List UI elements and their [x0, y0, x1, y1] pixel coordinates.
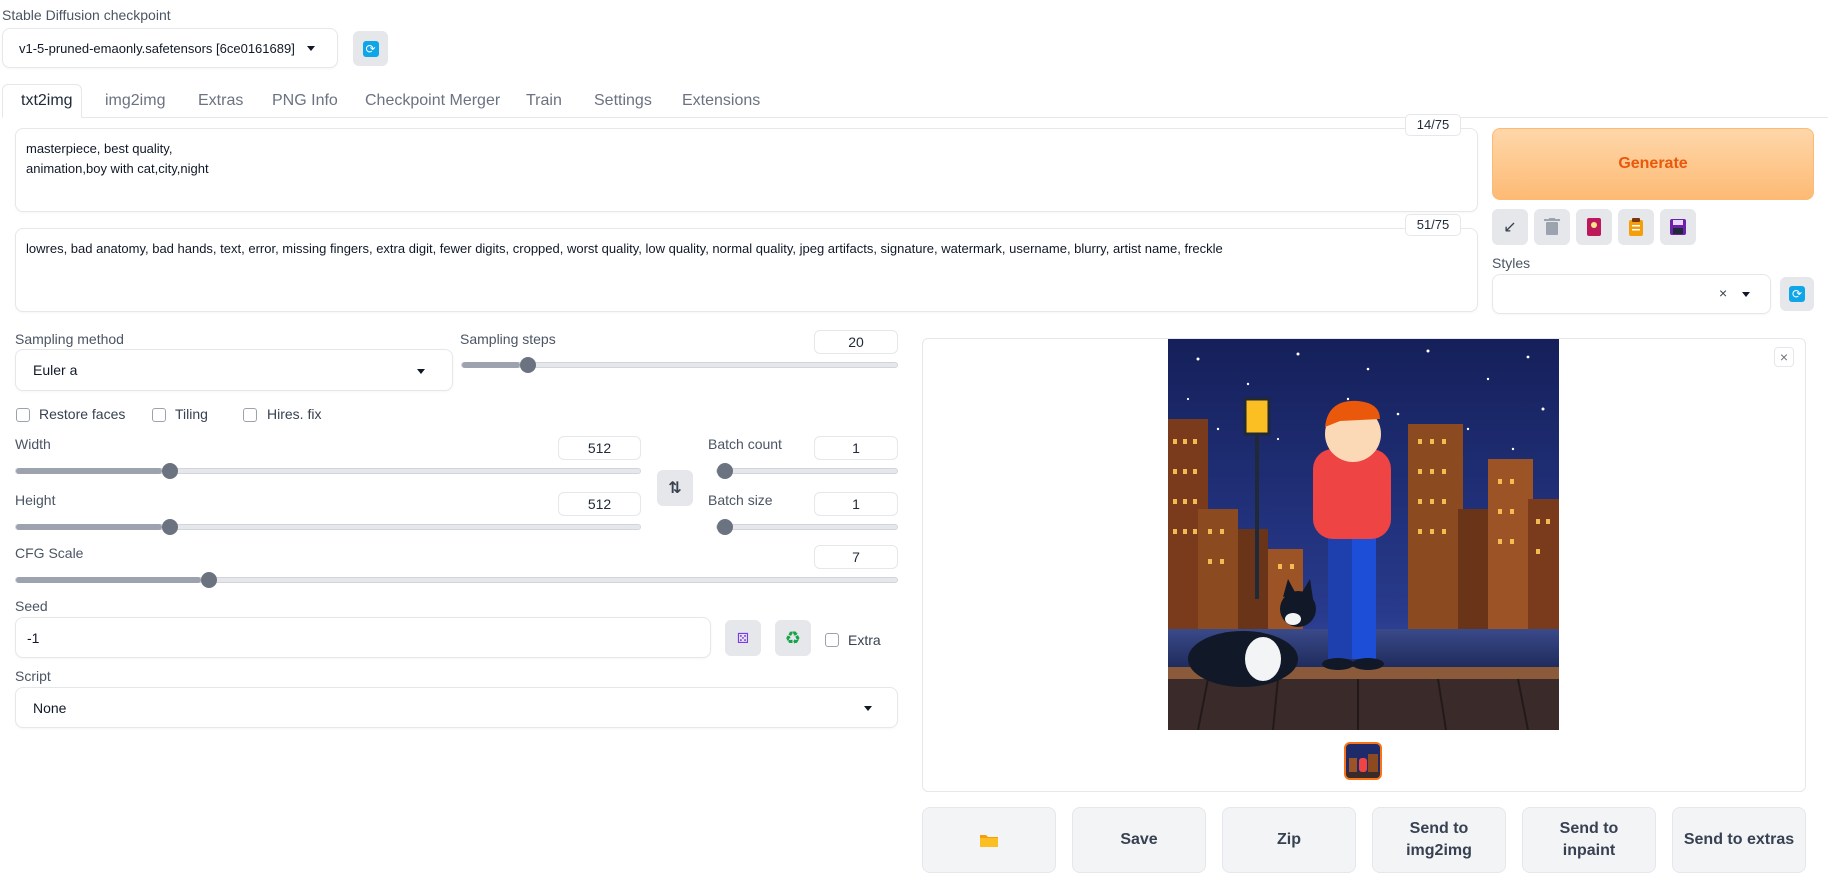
save-button[interactable]: Save [1072, 807, 1206, 873]
batch-size-slider[interactable] [716, 519, 898, 535]
slider-handle[interactable] [162, 463, 179, 479]
extra-seed-checkbox[interactable] [825, 633, 839, 647]
prompt-text: masterpiece, best quality, animation,boy… [26, 141, 209, 176]
batch-count-input[interactable]: 1 [814, 436, 898, 460]
tab-settings[interactable]: Settings [592, 92, 654, 110]
styles-dropdown[interactable]: × [1492, 274, 1771, 314]
tab-extensions[interactable]: Extensions [680, 92, 762, 110]
chevron-down-icon [417, 369, 425, 374]
recycle-icon: ♻ [784, 627, 802, 648]
negative-prompt-token-counter: 51/75 [1405, 214, 1461, 236]
generate-button[interactable]: Generate [1492, 128, 1814, 200]
sampling-method-label: Sampling method [15, 331, 124, 347]
dice-icon: ⚄ [736, 629, 750, 646]
save-icon [1670, 219, 1686, 235]
open-folder-button[interactable] [922, 807, 1056, 873]
script-value: None [33, 699, 67, 716]
batch-count-label: Batch count [708, 436, 782, 452]
seed-value: -1 [27, 629, 40, 646]
swap-icon: ⇅ [668, 480, 682, 497]
read-params-button[interactable]: ↙ [1492, 209, 1528, 245]
slider-handle[interactable] [201, 572, 217, 588]
close-icon[interactable]: × [1774, 347, 1794, 367]
seed-label: Seed [15, 598, 48, 614]
refresh-styles-button[interactable]: ⟳ [1780, 277, 1814, 311]
send-to-inpaint-button[interactable]: Send to inpaint [1522, 807, 1656, 873]
tab-train[interactable]: Train [524, 92, 564, 110]
height-slider[interactable] [15, 519, 641, 535]
tab-img2img[interactable]: img2img [103, 92, 167, 110]
prompt-token-counter: 14/75 [1405, 114, 1461, 136]
seed-input[interactable]: -1 [15, 617, 711, 658]
clear-prompt-button[interactable] [1534, 209, 1570, 245]
extra-networks-button[interactable] [1576, 209, 1612, 245]
styles-label: Styles [1492, 255, 1531, 271]
sampling-steps-input[interactable]: 20 [814, 330, 898, 354]
tab-checkpoint-merger[interactable]: Checkpoint Merger [363, 92, 502, 110]
refresh-icon: ⟳ [1789, 286, 1805, 302]
refresh-checkpoint-button[interactable]: ⟳ [353, 31, 388, 66]
trash-icon [1544, 218, 1560, 235]
swap-dimensions-button[interactable]: ⇅ [657, 470, 693, 506]
slider-handle[interactable] [519, 357, 536, 373]
chevron-down-icon [1742, 292, 1750, 297]
save-style-button[interactable] [1660, 209, 1696, 245]
script-label: Script [15, 668, 51, 684]
tab-txt2img[interactable]: txt2img [19, 92, 75, 110]
clear-icon[interactable]: × [1719, 285, 1727, 301]
sampling-method-value: Euler a [33, 362, 78, 378]
checkpoint-label: Stable Diffusion checkpoint [2, 7, 171, 23]
sampling-method-dropdown[interactable]: Euler a [15, 349, 453, 391]
prompt-textarea[interactable]: masterpiece, best quality, animation,boy… [15, 128, 1478, 212]
cfg-scale-input[interactable]: 7 [814, 545, 898, 569]
width-label: Width [15, 436, 51, 452]
width-input[interactable]: 512 [558, 436, 641, 460]
hires-fix-checkbox[interactable] [243, 408, 257, 422]
sampling-steps-slider[interactable] [461, 357, 898, 373]
chevron-down-icon [864, 706, 872, 711]
send-to-extras-button[interactable]: Send to extras [1672, 807, 1806, 873]
send-to-img2img-button[interactable]: Send to img2img [1372, 807, 1506, 873]
height-label: Height [15, 492, 56, 508]
generated-image[interactable] [1168, 339, 1559, 730]
refresh-icon: ⟳ [362, 40, 379, 57]
slider-handle[interactable] [717, 463, 733, 479]
checkpoint-dropdown[interactable]: v1-5-pruned-emaonly.safetensors [6ce0161… [2, 28, 338, 68]
zip-button[interactable]: Zip [1222, 807, 1356, 873]
tiling-label: Tiling [175, 406, 208, 422]
extra-seed-label: Extra [848, 632, 881, 648]
negative-prompt-text: lowres, bad anatomy, bad hands, text, er… [26, 241, 1223, 256]
folder-icon [980, 835, 998, 847]
restore-faces-checkbox[interactable] [16, 408, 30, 422]
random-seed-button[interactable]: ⚄ [725, 620, 761, 656]
hires-fix-label: Hires. fix [267, 406, 322, 422]
negative-prompt-textarea[interactable]: lowres, bad anatomy, bad hands, text, er… [15, 228, 1478, 312]
cfg-scale-slider[interactable] [15, 572, 898, 588]
width-slider[interactable] [15, 463, 641, 479]
apply-style-button[interactable] [1618, 209, 1654, 245]
clipboard-icon [1629, 218, 1643, 236]
sampling-steps-label: Sampling steps [460, 331, 556, 347]
slider-handle[interactable] [717, 519, 733, 535]
card-icon [1587, 218, 1601, 236]
slider-handle[interactable] [162, 519, 179, 535]
gallery-thumbnail[interactable] [1344, 742, 1382, 780]
chevron-down-icon [306, 45, 315, 51]
batch-size-label: Batch size [708, 492, 773, 508]
tiling-checkbox[interactable] [152, 408, 166, 422]
tab-extras[interactable]: Extras [196, 92, 245, 110]
batch-size-input[interactable]: 1 [814, 492, 898, 516]
reuse-seed-button[interactable]: ♻ [775, 620, 811, 656]
checkpoint-value: v1-5-pruned-emaonly.safetensors [6ce0161… [19, 40, 295, 56]
restore-faces-label: Restore faces [39, 406, 126, 422]
script-dropdown[interactable]: None [15, 687, 898, 728]
height-input[interactable]: 512 [558, 492, 641, 516]
arrow-icon: ↙ [1503, 219, 1517, 236]
cfg-scale-label: CFG Scale [15, 545, 84, 561]
batch-count-slider[interactable] [716, 463, 898, 479]
tab-png-info[interactable]: PNG Info [270, 92, 340, 110]
